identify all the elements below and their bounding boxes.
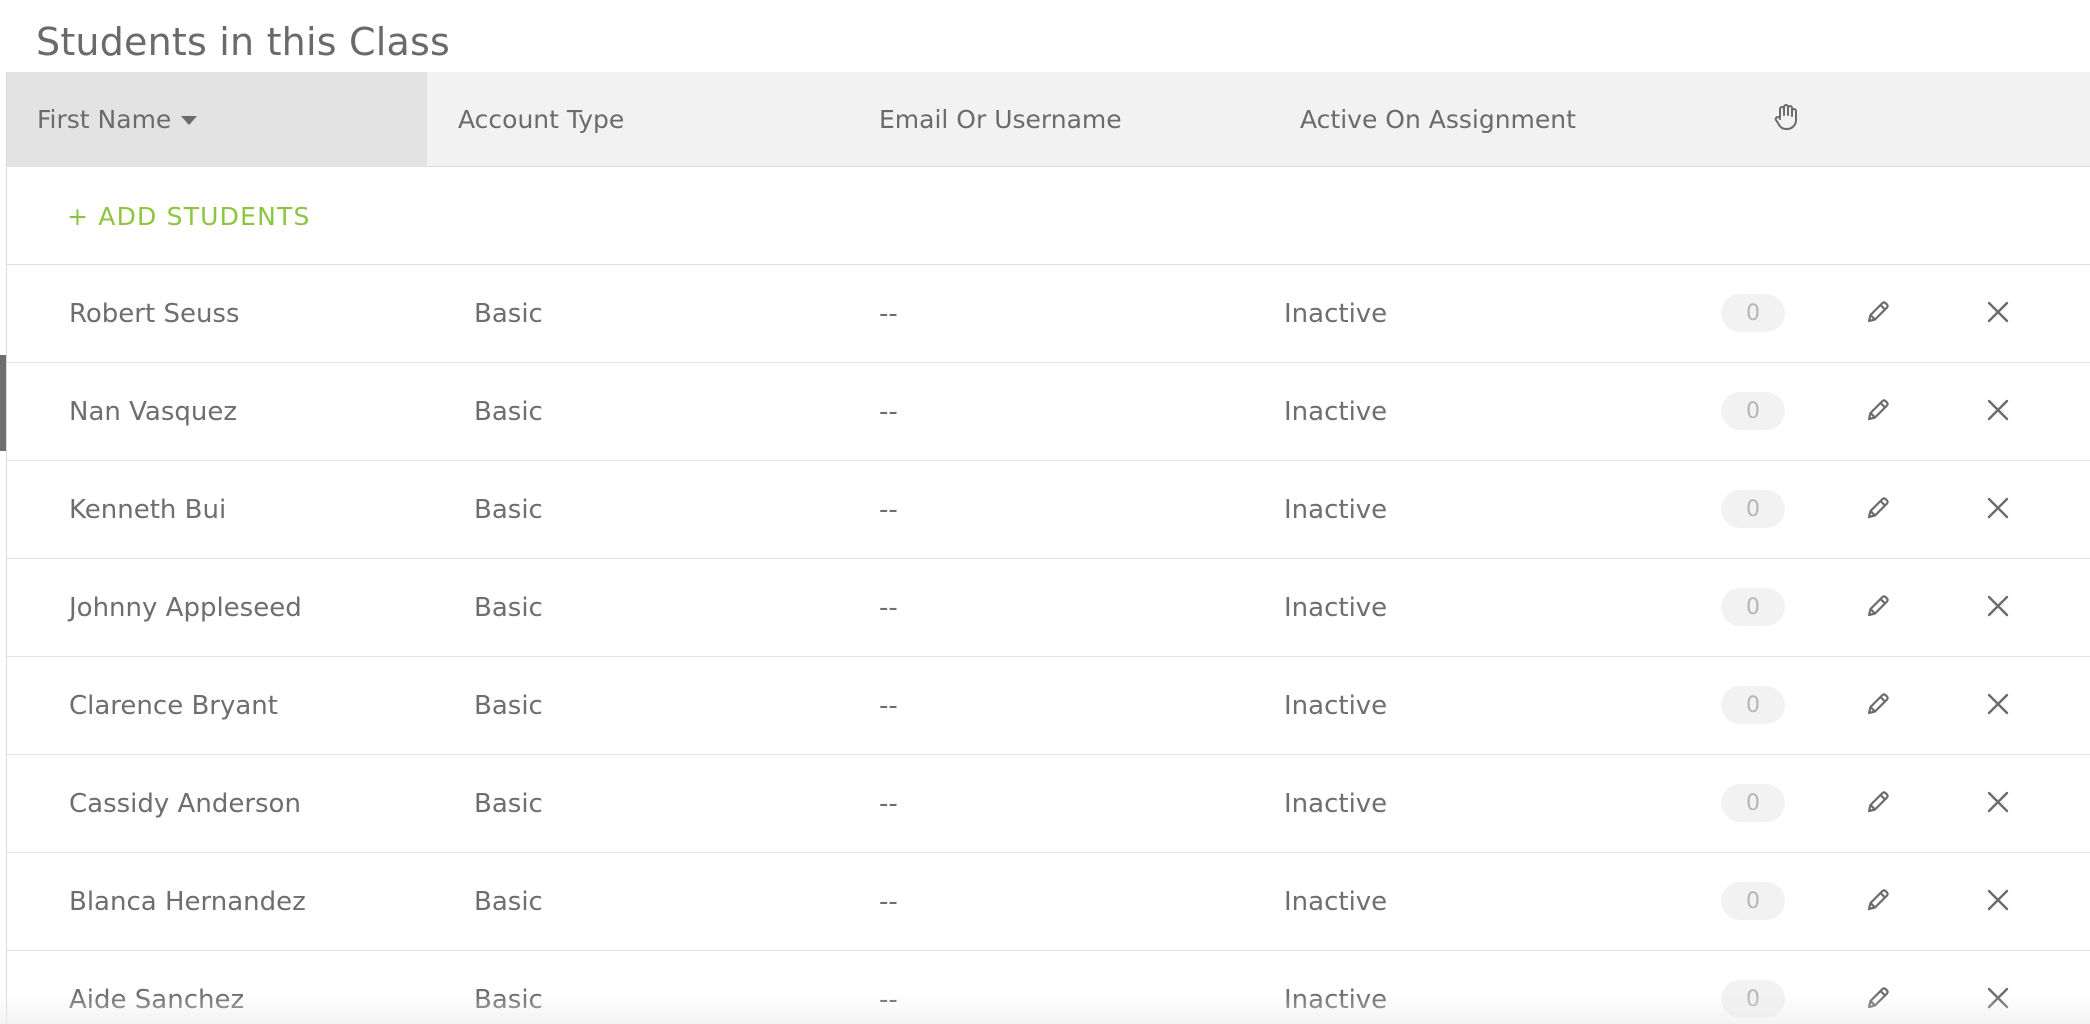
column-header-email[interactable]: Email Or Username [879,72,1122,167]
edit-student-button[interactable] [1858,686,1898,726]
account-type: Basic [474,299,543,329]
add-students-row: + ADD STUDENTS [7,167,2090,265]
account-type: Basic [474,985,543,1015]
student-name[interactable]: Johnny Appleseed [69,559,302,657]
email-username: -- [879,691,898,721]
add-students-button[interactable]: + ADD STUDENTS [67,167,311,265]
remove-student-button[interactable] [1978,588,2018,628]
account-type: Basic [474,397,543,427]
active-status: Inactive [1284,495,1388,525]
student-name[interactable]: Robert Seuss [69,265,240,363]
pencil-icon [1864,396,1892,428]
close-icon [1986,692,2010,720]
student-name[interactable]: Kenneth Bui [69,461,226,559]
edit-student-button[interactable] [1858,392,1898,432]
column-header-label: Active On Assignment [1300,105,1576,134]
table-row: Nan Vasquez Basic -- Inactive 0 [7,363,2090,461]
table-row: Blanca Hernandez Basic -- Inactive 0 [7,853,2090,951]
active-status: Inactive [1284,789,1388,819]
close-icon [1986,594,2010,622]
column-header-raise-hand[interactable] [1766,72,1806,167]
students-page: Students in this Class First Name Accoun… [0,0,2090,1024]
count-badge: 0 [1721,686,1785,724]
students-table: First Name Account Type Email Or Usernam… [6,72,2090,1024]
count-badge: 0 [1721,392,1785,430]
student-name[interactable]: Cassidy Anderson [69,755,301,853]
table-row: Cassidy Anderson Basic -- Inactive 0 [7,755,2090,853]
count-badge: 0 [1721,490,1785,528]
close-icon [1986,496,2010,524]
student-name[interactable]: Aide Sanchez [69,951,244,1024]
count-badge: 0 [1721,980,1785,1018]
column-header-active[interactable]: Active On Assignment [1300,72,1576,167]
table-header: First Name Account Type Email Or Usernam… [7,72,2090,167]
table-row: Johnny Appleseed Basic -- Inactive 0 [7,559,2090,657]
remove-student-button[interactable] [1978,784,2018,824]
email-username: -- [879,887,898,917]
email-username: -- [879,593,898,623]
remove-student-button[interactable] [1978,490,2018,530]
edit-student-button[interactable] [1858,980,1898,1020]
pencil-icon [1864,298,1892,330]
student-name[interactable]: Nan Vasquez [69,363,237,461]
edit-student-button[interactable] [1858,588,1898,628]
page-title: Students in this Class [36,20,450,64]
pencil-icon [1864,690,1892,722]
account-type: Basic [474,887,543,917]
pencil-icon [1864,984,1892,1016]
close-icon [1986,300,2010,328]
pencil-icon [1864,886,1892,918]
email-username: -- [879,789,898,819]
active-status: Inactive [1284,691,1388,721]
close-icon [1986,888,2010,916]
active-status: Inactive [1284,887,1388,917]
edit-student-button[interactable] [1858,490,1898,530]
edit-student-button[interactable] [1858,882,1898,922]
remove-student-button[interactable] [1978,686,2018,726]
edit-student-button[interactable] [1858,294,1898,334]
remove-student-button[interactable] [1978,980,2018,1020]
column-header-label: Email Or Username [879,105,1122,134]
column-header-label: First Name [37,105,172,134]
active-status: Inactive [1284,985,1388,1015]
column-header-label: Account Type [458,105,625,134]
count-badge: 0 [1721,588,1785,626]
email-username: -- [879,299,898,329]
account-type: Basic [474,789,543,819]
remove-student-button[interactable] [1978,882,2018,922]
column-header-first-name[interactable]: First Name [7,72,427,167]
pencil-icon [1864,494,1892,526]
count-badge: 0 [1721,294,1785,332]
active-status: Inactive [1284,593,1388,623]
count-badge: 0 [1721,784,1785,822]
close-icon [1986,790,2010,818]
pencil-icon [1864,592,1892,624]
hand-icon [1773,103,1799,137]
sort-caret-down-icon [181,116,198,125]
email-username: -- [879,397,898,427]
close-icon [1986,986,2010,1014]
active-status: Inactive [1284,299,1388,329]
count-badge: 0 [1721,882,1785,920]
email-username: -- [879,495,898,525]
active-status: Inactive [1284,397,1388,427]
remove-student-button[interactable] [1978,294,2018,334]
table-row: Kenneth Bui Basic -- Inactive 0 [7,461,2090,559]
table-row: Robert Seuss Basic -- Inactive 0 [7,265,2090,363]
table-row: Aide Sanchez Basic -- Inactive 0 [7,951,2090,1024]
column-header-account-type[interactable]: Account Type [458,72,624,167]
email-username: -- [879,985,898,1015]
account-type: Basic [474,691,543,721]
pencil-icon [1864,788,1892,820]
remove-student-button[interactable] [1978,392,2018,432]
edit-student-button[interactable] [1858,784,1898,824]
table-row: Clarence Bryant Basic -- Inactive 0 [7,657,2090,755]
student-name[interactable]: Clarence Bryant [69,657,278,755]
account-type: Basic [474,495,543,525]
table-body: Robert Seuss Basic -- Inactive 0 Nan Vas… [7,265,2090,1024]
student-name[interactable]: Blanca Hernandez [69,853,306,951]
account-type: Basic [474,593,543,623]
close-icon [1986,398,2010,426]
